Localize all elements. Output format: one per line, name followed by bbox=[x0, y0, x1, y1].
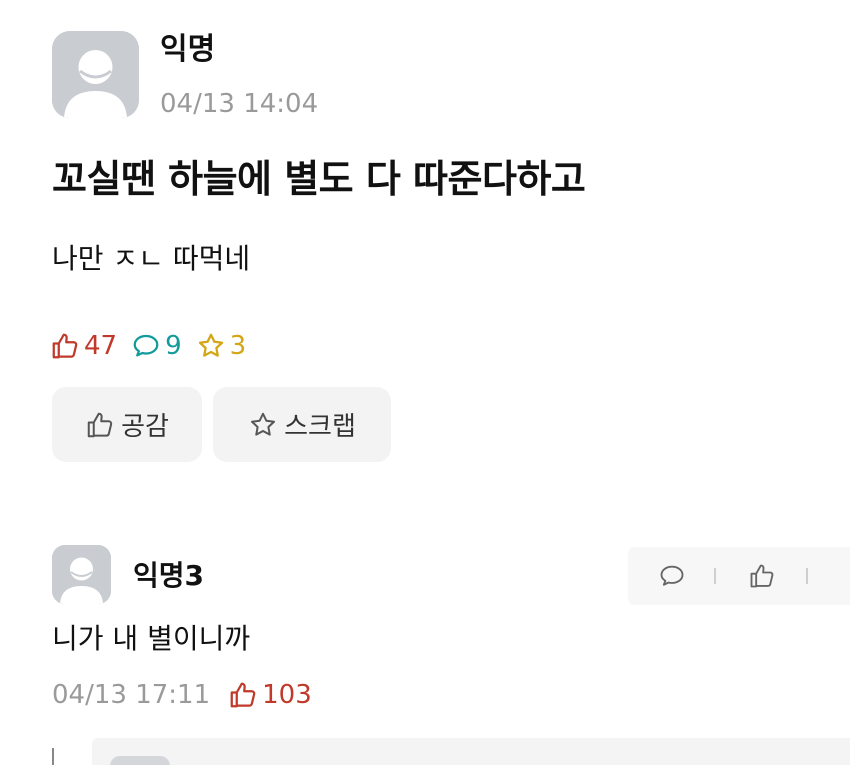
post-stats: 47 9 3 bbox=[50, 326, 260, 366]
user-avatar-icon bbox=[52, 31, 139, 118]
scrap-button-label: 스크랩 bbox=[284, 412, 356, 442]
thumbs-up-icon bbox=[52, 333, 78, 359]
post-title: 꼬실땐 하늘에 별도 다 따준다하고 bbox=[52, 157, 586, 201]
action-divider bbox=[714, 568, 716, 584]
post-body: 나만 ㅈㄴ 따먹네 bbox=[52, 242, 251, 275]
comment-count: 9 bbox=[131, 326, 182, 366]
comment-like-count-value: 103 bbox=[262, 680, 312, 710]
post-timestamp: 04/13 14:04 bbox=[160, 89, 319, 119]
nested-reply bbox=[92, 738, 850, 765]
comment-author: 익명3 bbox=[133, 559, 205, 592]
scrap-count: 3 bbox=[196, 326, 247, 366]
comment-meta: 04/13 17:11 103 bbox=[52, 675, 312, 715]
scrap-button[interactable]: 스크랩 bbox=[213, 387, 391, 462]
thumbs-up-icon bbox=[87, 412, 113, 437]
empathy-button-label: 공감 bbox=[121, 412, 169, 442]
comment-avatar bbox=[52, 545, 111, 604]
speech-bubble-icon bbox=[660, 565, 684, 586]
reply-button[interactable] bbox=[658, 562, 686, 590]
comment-timestamp: 04/13 17:11 bbox=[52, 680, 211, 710]
thumbs-up-icon bbox=[230, 682, 256, 708]
page: 익명 04/13 14:04 꼬실땐 하늘에 별도 다 따준다하고 나만 ㅈㄴ … bbox=[0, 0, 850, 765]
like-count-value: 47 bbox=[84, 331, 118, 361]
star-icon bbox=[198, 333, 223, 357]
comment-count-value: 9 bbox=[165, 331, 182, 361]
comment-like-button[interactable] bbox=[748, 562, 776, 590]
nested-reply-avatar bbox=[110, 756, 170, 765]
comment-action-bar bbox=[628, 547, 850, 605]
post-avatar bbox=[52, 31, 139, 118]
post-author: 익명 bbox=[160, 32, 216, 67]
thumbs-up-icon bbox=[750, 564, 774, 588]
comment-body: 니가 내 별이니까 bbox=[52, 622, 251, 655]
reply-indent-marker bbox=[52, 748, 54, 765]
empathy-button[interactable]: 공감 bbox=[52, 387, 202, 462]
star-icon bbox=[251, 412, 276, 436]
comment-like-count: 103 bbox=[228, 675, 312, 715]
scrap-count-value: 3 bbox=[229, 331, 247, 361]
speech-bubble-icon bbox=[133, 334, 159, 357]
user-avatar-icon bbox=[52, 545, 111, 604]
like-count: 47 bbox=[50, 326, 117, 366]
action-divider bbox=[806, 568, 808, 584]
